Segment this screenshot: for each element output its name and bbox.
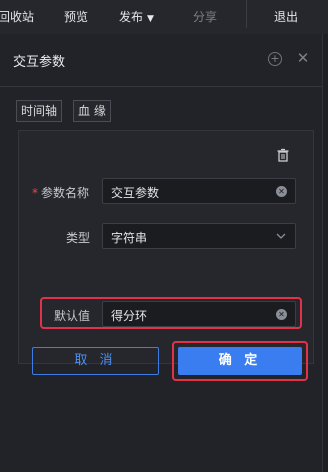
toolbar-divider xyxy=(246,0,247,28)
required-mark: * xyxy=(32,186,38,200)
panel-header: 交互参数 + ✕ xyxy=(0,34,322,87)
type-select[interactable]: 字符串 xyxy=(102,223,296,249)
close-icon[interactable]: ✕ xyxy=(295,50,311,66)
exit-button[interactable]: 退出 xyxy=(274,8,298,25)
trash-icon[interactable] xyxy=(275,147,291,163)
recycle-bin-button[interactable]: 回收站 xyxy=(0,8,34,25)
default-value-input[interactable]: 得分环 ✕ xyxy=(102,301,296,327)
tab-timeline[interactable]: 时间轴 xyxy=(16,100,63,122)
preview-button[interactable]: 预览 xyxy=(64,8,88,25)
default-value-label: 默认值 xyxy=(54,309,91,323)
param-name-value: 交互参数 xyxy=(111,186,160,200)
param-name-input[interactable]: 交互参数 ✕ xyxy=(102,178,296,204)
param-name-label-text: 参数名称 xyxy=(41,186,90,200)
param-name-label: * 参数名称 xyxy=(32,184,89,201)
param-card: * 参数名称 交互参数 ✕ 类型 字符串 默认值 得分环 ✕ 取 消 确 定 xyxy=(18,130,314,381)
confirm-button[interactable]: 确 定 xyxy=(178,347,302,375)
interaction-params-panel: 交互参数 + ✕ 时间轴 血 缘 * 参数名称 交互参数 ✕ 类型 字符串 默认… xyxy=(0,34,323,472)
publish-button[interactable]: 发布 ▼ xyxy=(119,8,154,25)
add-icon[interactable]: + xyxy=(268,52,282,66)
share-button[interactable]: 分享 xyxy=(193,8,217,25)
tab-lineage[interactable]: 血 缘 xyxy=(73,100,111,122)
caret-down-icon: ▼ xyxy=(147,14,154,24)
chevron-down-icon xyxy=(276,233,286,239)
panel-title: 交互参数 xyxy=(13,55,66,70)
clear-icon[interactable]: ✕ xyxy=(276,186,287,197)
clear-icon[interactable]: ✕ xyxy=(276,309,287,320)
publish-label: 发布 xyxy=(119,10,144,24)
default-value: 得分环 xyxy=(111,309,148,323)
top-toolbar: 回收站 预览 发布 ▼ 分享 退出 xyxy=(0,0,328,34)
cancel-button[interactable]: 取 消 xyxy=(32,347,159,375)
type-value: 字符串 xyxy=(111,231,148,245)
type-label: 类型 xyxy=(66,231,91,245)
